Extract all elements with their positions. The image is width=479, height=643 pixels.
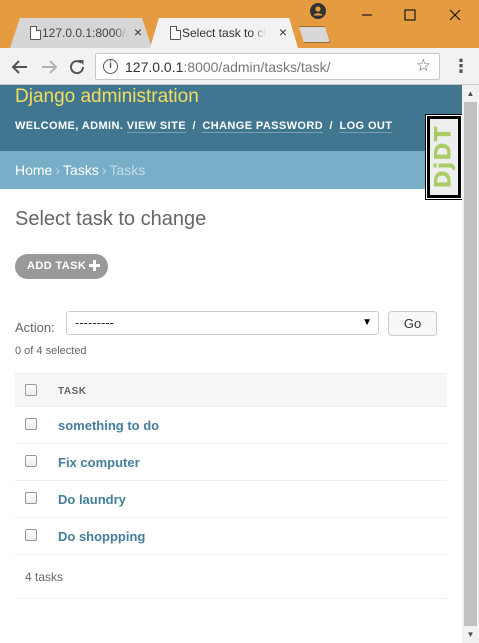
username: ADMIN [81,120,120,132]
close-icon[interactable]: × [131,25,145,39]
page-icon [30,26,41,40]
new-tab-icon[interactable] [298,26,330,43]
paginator: 4 tasks [15,555,447,599]
page-viewport: Django administration WELCOME, ADMIN. VI… [0,85,462,643]
table-row: Do laundry [15,481,447,518]
tab-title: 127.0.0.1:8000/admin/tasks/task/ [42,26,128,40]
action-select[interactable]: --------- ▼ [66,311,379,335]
breadcrumb-current: Tasks [109,162,146,178]
dropdown-arrow-icon: ▼ [362,317,372,328]
plus-icon [89,260,100,271]
row-checkbox[interactable] [25,418,37,430]
admin-header: Django administration WELCOME, ADMIN. VI… [0,85,462,151]
scrollbar-thumb[interactable] [464,102,477,626]
column-header-task[interactable]: TASK [58,386,86,397]
forward-arrow-icon[interactable] [38,56,60,78]
action-label: Action: [15,320,55,335]
add-task-button[interactable]: ADD TASK [15,254,108,279]
table-header: TASK [15,373,447,407]
back-arrow-icon[interactable] [9,56,31,78]
change-password-link[interactable]: CHANGE PASSWORD [202,120,324,133]
user-tools: WELCOME, ADMIN. VIEW SITE / CHANGE PASSW… [15,120,393,133]
close-icon[interactable]: × [276,25,290,39]
add-task-label: ADD TASK [27,260,87,272]
url-text[interactable]: 127.0.0.1:8000/admin/tasks/task/ [125,59,330,75]
selected-counter: 0 of 4 selected [15,345,87,357]
results-table: TASK something to do Fix computer Do lau… [15,373,447,599]
debug-toolbar-handle[interactable]: DjDT [425,114,462,200]
task-link[interactable]: Fix computer [58,455,140,470]
site-branding[interactable]: Django administration [15,86,199,108]
window-close-icon[interactable] [446,6,464,24]
table-row: something to do [15,407,447,444]
row-checkbox[interactable] [25,492,37,504]
browser-toolbar: i 127.0.0.1:8000/admin/tasks/task/ ☆ ⋮ [0,48,479,85]
bookmark-star-icon[interactable]: ☆ [416,56,431,76]
scroll-up-arrow-icon[interactable]: ▲ [462,85,479,102]
task-link[interactable]: Do shoppping [58,529,145,544]
select-all-checkbox[interactable] [25,384,37,396]
go-button[interactable]: Go [388,311,437,336]
reload-icon[interactable] [66,56,88,78]
row-checkbox[interactable] [25,455,37,467]
info-icon[interactable]: i [103,59,118,74]
welcome-text: WELCOME, [15,120,79,132]
action-selected-option: --------- [75,315,114,330]
browser-tab-inactive[interactable]: 127.0.0.1:8000/admin/tasks/task/ × [10,18,152,48]
minimize-icon[interactable] [358,6,376,24]
task-link[interactable]: something to do [58,418,159,433]
log-out-link[interactable]: LOG OUT [339,120,393,133]
page-scrollbar[interactable]: ▲ ▼ [462,85,479,643]
browser-tab-active[interactable]: Select task to change | Django site admi… [150,18,298,48]
chrome-menu-icon[interactable]: ⋮ [452,56,470,78]
browser-titlebar: 127.0.0.1:8000/admin/tasks/task/ × Selec… [0,0,479,48]
address-bar[interactable]: i 127.0.0.1:8000/admin/tasks/task/ ☆ [95,53,440,80]
breadcrumb-home[interactable]: Home [15,162,52,178]
breadcrumb-app[interactable]: Tasks [63,162,99,178]
profile-icon[interactable] [310,3,326,19]
debug-toolbar-label: DjDT [431,125,457,189]
breadcrumb: Home › Tasks › Tasks [0,151,462,189]
task-link[interactable]: Do laundry [58,492,126,507]
maximize-icon[interactable] [401,6,419,24]
page-icon [170,26,181,40]
page-title: Select task to change [15,208,207,230]
table-row: Do shoppping [15,518,447,555]
scroll-down-arrow-icon[interactable]: ▼ [462,626,479,643]
view-site-link[interactable]: VIEW SITE [126,120,186,133]
row-checkbox[interactable] [25,529,37,541]
tab-title: Select task to change | Django site admi… [182,26,266,40]
table-row: Fix computer [15,444,447,481]
